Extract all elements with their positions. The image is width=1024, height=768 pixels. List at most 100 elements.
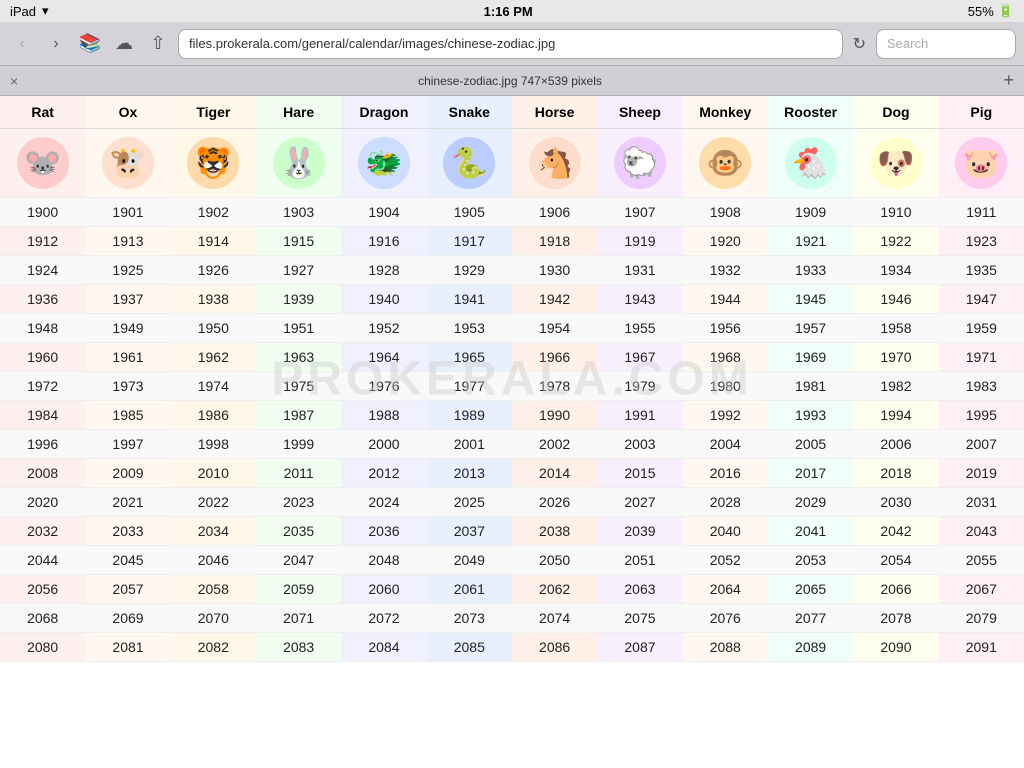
year-cell: 2070 — [171, 604, 256, 633]
year-cell: 1927 — [256, 256, 341, 285]
battery-icon: 🔋 — [998, 3, 1014, 19]
table-row: 1948194919501951195219531954195519561957… — [0, 314, 1024, 343]
year-cell: 1967 — [597, 343, 682, 372]
table-row: 2068206920702071207220732074207520762077… — [0, 604, 1024, 633]
year-cell: 1944 — [683, 285, 768, 314]
header-rooster: Rooster — [768, 96, 853, 129]
year-cell: 2025 — [427, 488, 512, 517]
year-cell: 1938 — [171, 285, 256, 314]
year-cell: 1990 — [512, 401, 597, 430]
cloud-icon[interactable]: ☁ — [110, 30, 138, 58]
year-cell: 1992 — [683, 401, 768, 430]
icon-rooster: 🐔 — [768, 129, 853, 198]
url-bar[interactable]: files.prokerala.com/general/calendar/ima… — [178, 29, 843, 59]
year-cell: 1900 — [0, 198, 85, 227]
year-cell: 1906 — [512, 198, 597, 227]
table-row: 1960196119621963196419651966196719681969… — [0, 343, 1024, 372]
header-monkey: Monkey — [683, 96, 768, 129]
year-cell: 2054 — [853, 546, 938, 575]
year-cell: 1956 — [683, 314, 768, 343]
status-right: 55% 🔋 — [968, 3, 1014, 19]
content-wrapper: RatOxTigerHareDragonSnakeHorseSheepMonke… — [0, 96, 1024, 662]
new-tab-button[interactable]: + — [990, 70, 1014, 91]
bookmarks-icon[interactable]: 📚 — [76, 30, 104, 58]
year-cell: 2089 — [768, 633, 853, 662]
status-bar: iPad ▾ 1:16 PM 55% 🔋 — [0, 0, 1024, 22]
year-cell: 2039 — [597, 517, 682, 546]
year-cell: 1977 — [427, 372, 512, 401]
year-cell: 1950 — [171, 314, 256, 343]
year-cell: 1994 — [853, 401, 938, 430]
year-cell: 1997 — [85, 430, 170, 459]
year-cell: 1996 — [0, 430, 85, 459]
header-rat: Rat — [0, 96, 85, 129]
year-cell: 1904 — [341, 198, 426, 227]
year-cell: 1933 — [768, 256, 853, 285]
year-cell: 1912 — [0, 227, 85, 256]
year-cell: 2033 — [85, 517, 170, 546]
back-button[interactable]: ‹ — [8, 30, 36, 58]
year-cell: 1913 — [85, 227, 170, 256]
year-cell: 2069 — [85, 604, 170, 633]
header-ox: Ox — [85, 96, 170, 129]
table-row: 2044204520462047204820492050205120522053… — [0, 546, 1024, 575]
year-cell: 2047 — [256, 546, 341, 575]
table-row: 2020202120222023202420252026202720282029… — [0, 488, 1024, 517]
year-cell: 1947 — [939, 285, 1024, 314]
tab-bar: × chinese-zodiac.jpg 747×539 pixels + — [0, 66, 1024, 96]
forward-button[interactable]: › — [42, 30, 70, 58]
year-cell: 1943 — [597, 285, 682, 314]
animal-icon-row: 🐭🐮🐯🐰🐲🐍🐴🐑🐵🐔🐶🐷 — [0, 129, 1024, 198]
icon-tiger: 🐯 — [171, 129, 256, 198]
year-cell: 2021 — [85, 488, 170, 517]
year-cell: 2003 — [597, 430, 682, 459]
year-cell: 1962 — [171, 343, 256, 372]
year-cell: 1986 — [171, 401, 256, 430]
year-cell: 1968 — [683, 343, 768, 372]
year-cell: 2080 — [0, 633, 85, 662]
tab-close-button[interactable]: × — [10, 73, 30, 89]
year-cell: 2067 — [939, 575, 1024, 604]
year-cell: 1926 — [171, 256, 256, 285]
year-cell: 1989 — [427, 401, 512, 430]
zodiac-table: RatOxTigerHareDragonSnakeHorseSheepMonke… — [0, 96, 1024, 662]
refresh-button[interactable]: ↻ — [853, 34, 866, 54]
year-cell: 1934 — [853, 256, 938, 285]
year-cell: 2006 — [853, 430, 938, 459]
search-bar[interactable]: Search — [876, 29, 1016, 59]
year-cell: 2041 — [768, 517, 853, 546]
year-cell: 2027 — [597, 488, 682, 517]
year-cell: 2029 — [768, 488, 853, 517]
year-cell: 2016 — [683, 459, 768, 488]
year-cell: 1983 — [939, 372, 1024, 401]
year-cell: 1971 — [939, 343, 1024, 372]
year-cell: 2056 — [0, 575, 85, 604]
table-row: 1912191319141915191619171918191919201921… — [0, 227, 1024, 256]
year-cell: 2015 — [597, 459, 682, 488]
year-cell: 2034 — [171, 517, 256, 546]
header-row: RatOxTigerHareDragonSnakeHorseSheepMonke… — [0, 96, 1024, 129]
year-cell: 1999 — [256, 430, 341, 459]
year-cell: 1974 — [171, 372, 256, 401]
year-cell: 1909 — [768, 198, 853, 227]
year-cell: 1966 — [512, 343, 597, 372]
share-icon[interactable]: ⇧ — [144, 30, 172, 58]
year-cell: 2064 — [683, 575, 768, 604]
year-cell: 1998 — [171, 430, 256, 459]
year-cell: 2066 — [853, 575, 938, 604]
icon-hare: 🐰 — [256, 129, 341, 198]
year-cell: 2090 — [853, 633, 938, 662]
year-cell: 2079 — [939, 604, 1024, 633]
year-cell: 2048 — [341, 546, 426, 575]
icon-horse: 🐴 — [512, 129, 597, 198]
year-cell: 1987 — [256, 401, 341, 430]
year-cell: 2072 — [341, 604, 426, 633]
year-cell: 1993 — [768, 401, 853, 430]
year-cell: 1978 — [512, 372, 597, 401]
year-cell: 2036 — [341, 517, 426, 546]
year-cell: 2019 — [939, 459, 1024, 488]
year-cell: 1907 — [597, 198, 682, 227]
status-left: iPad ▾ — [10, 3, 49, 19]
icon-monkey: 🐵 — [683, 129, 768, 198]
year-cell: 1903 — [256, 198, 341, 227]
